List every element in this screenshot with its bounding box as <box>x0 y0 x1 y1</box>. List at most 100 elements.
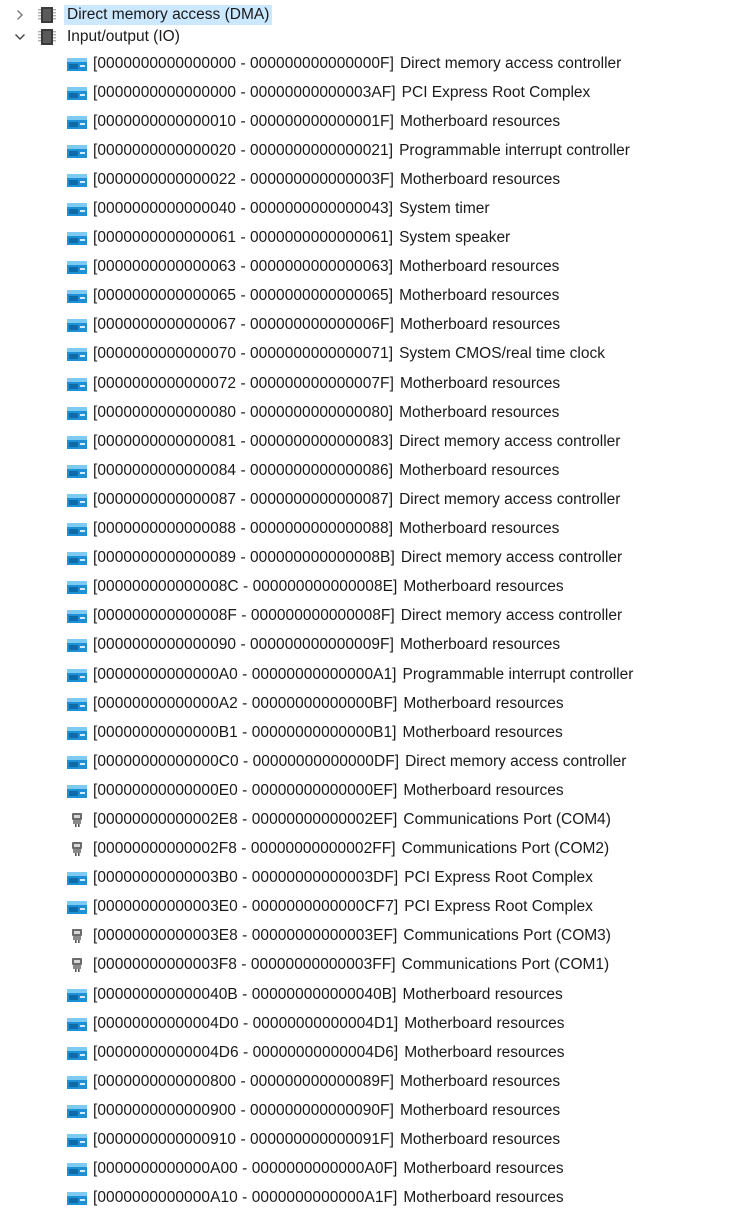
io-range-text: [0000000000000080 - 0000000000000080] <box>93 403 394 421</box>
io-range-text: [0000000000000022 - 000000000000003F] <box>93 170 394 188</box>
chevron-down-icon[interactable] <box>14 30 26 44</box>
io-range-text: [0000000000000084 - 0000000000000086] <box>93 461 394 479</box>
device-name-text: Direct memory access controller <box>399 54 622 72</box>
device-icon <box>66 1045 88 1061</box>
device-name-text: Motherboard resources <box>399 170 561 188</box>
port-icon <box>66 928 88 944</box>
device-icon <box>66 492 88 508</box>
device-icon <box>66 987 88 1003</box>
io-range-text: [00000000000003E8 - 00000000000003EF] <box>93 927 398 945</box>
io-range-text: [00000000000004D0 - 00000000000004D1] <box>93 1014 399 1032</box>
tree-item-io-range[interactable]: [0000000000000910 - 000000000000091F] Mot… <box>0 1125 749 1154</box>
device-icon <box>66 521 88 537</box>
tree-item-io-range[interactable]: [00000000000000A2 - 00000000000000BF] Mot… <box>0 689 749 718</box>
tree-item-io-range[interactable]: [0000000000000090 - 000000000000009F] Mot… <box>0 631 749 660</box>
io-range-text: [00000000000003E0 - 0000000000000CF7] <box>93 898 399 916</box>
device-icon <box>66 114 88 130</box>
tree-item-io-range[interactable]: [0000000000000020 - 0000000000000021] Pro… <box>0 136 749 165</box>
tree-item-io-range[interactable]: [0000000000000088 - 0000000000000088] Mot… <box>0 515 749 544</box>
tree-item-io-range[interactable]: [0000000000000087 - 0000000000000087] Dir… <box>0 485 749 514</box>
port-icon <box>66 812 88 828</box>
device-name-text: Motherboard resources <box>399 112 561 130</box>
device-name-text: Motherboard resources <box>399 316 561 334</box>
port-icon <box>66 957 88 973</box>
device-name-text: Motherboard resources <box>404 1043 565 1061</box>
tree-item-io-range[interactable]: [0000000000000065 - 0000000000000065] Mot… <box>0 282 749 311</box>
tree-item-io-range[interactable]: [0000000000000010 - 000000000000001F] Mot… <box>0 107 749 136</box>
device-icon <box>66 201 88 217</box>
tree-item-io-range[interactable]: [0000000000000900 - 000000000000090F] Mot… <box>0 1096 749 1125</box>
tree-item-io-range[interactable]: [00000000000003B0 - 00000000000003DF] PCI… <box>0 864 749 893</box>
device-name-text: Motherboard resources <box>399 461 560 479</box>
tree-item-io-range[interactable]: [00000000000000E0 - 00000000000000EF] Mot… <box>0 776 749 805</box>
tree-item-io-range[interactable]: [0000000000000022 - 000000000000003F] Mot… <box>0 165 749 194</box>
device-name-text: PCI Express Root Complex <box>401 83 591 101</box>
tree-item-io-range[interactable]: [00000000000002E8 - 00000000000002EF] Com… <box>0 805 749 834</box>
device-name-text: Communications Port (COM3) <box>403 927 611 945</box>
io-range-text: [00000000000004D6 - 00000000000004D6] <box>93 1043 399 1061</box>
tree-item-io-range[interactable]: [000000000000008F - 000000000000008F] Dir… <box>0 602 749 631</box>
io-range-text: [0000000000000087 - 0000000000000087] <box>93 490 394 508</box>
device-name-text: Motherboard resources <box>399 374 561 392</box>
tree-item-io-range[interactable]: [000000000000040B - 000000000000040B] Mot… <box>0 980 749 1009</box>
tree-item-io-range[interactable]: [00000000000004D6 - 00000000000004D6] Mot… <box>0 1038 749 1067</box>
device-name-text: Communications Port (COM4) <box>403 810 611 828</box>
tree-item-io-range[interactable]: [00000000000000B1 - 00000000000000B1] Mot… <box>0 718 749 747</box>
device-name-text: System timer <box>399 200 490 218</box>
device-icon <box>66 637 88 653</box>
device-icon <box>66 1103 88 1119</box>
tree-item-io-range[interactable]: [0000000000000081 - 0000000000000083] Dir… <box>0 427 749 456</box>
tree-node-io[interactable]: Input/output (IO) <box>0 25 749 49</box>
device-name-text: Motherboard resources <box>403 578 564 596</box>
device-name-text: Motherboard resources <box>404 1014 565 1032</box>
io-range-text: [00000000000000A2 - 00000000000000BF] <box>93 694 398 712</box>
tree-node-dma[interactable]: Direct memory access (DMA) <box>0 4 749 25</box>
device-name-text: Motherboard resources <box>399 287 560 305</box>
device-icon <box>66 1132 88 1148</box>
tree-item-io-range[interactable]: [0000000000000800 - 000000000000089F] Mot… <box>0 1067 749 1096</box>
tree-node-label[interactable]: Input/output (IO) <box>64 27 183 47</box>
tree-item-io-range[interactable]: [0000000000000084 - 0000000000000086] Mot… <box>0 456 749 485</box>
tree-item-io-range[interactable]: [000000000000008C - 000000000000008E] Mot… <box>0 573 749 602</box>
device-name-text: Motherboard resources <box>403 781 564 799</box>
device-name-text: Communications Port (COM1) <box>401 956 610 974</box>
device-icon <box>66 56 88 72</box>
tree-item-io-range[interactable]: [00000000000004D0 - 00000000000004D1] Mot… <box>0 1009 749 1038</box>
device-icon <box>66 346 88 362</box>
io-range-text: [0000000000000061 - 0000000000000061] <box>93 229 394 247</box>
device-icon <box>66 1190 88 1206</box>
tree-item-io-range[interactable]: [00000000000002F8 - 00000000000002FF] Com… <box>0 835 749 864</box>
tree-item-io-range[interactable]: [0000000000000040 - 0000000000000043] Sys… <box>0 194 749 223</box>
tree-item-io-range[interactable]: [0000000000000072 - 000000000000007F] Mot… <box>0 369 749 398</box>
tree-item-io-range[interactable]: [0000000000000063 - 0000000000000063] Mot… <box>0 253 749 282</box>
chevron-right-icon[interactable] <box>14 8 26 22</box>
device-icon <box>66 463 88 479</box>
tree-item-io-range[interactable]: [0000000000000000 - 000000000000000F] Dir… <box>0 49 749 78</box>
io-range-text: [000000000000040B - 000000000000040B] <box>93 985 397 1003</box>
io-range-text: [000000000000008C - 000000000000008E] <box>93 578 398 596</box>
tree-item-io-range[interactable]: [00000000000000A0 - 00000000000000A1] Pro… <box>0 660 749 689</box>
tree-node-label[interactable]: Direct memory access (DMA) <box>64 4 273 25</box>
io-children-list: [0000000000000000 - 000000000000000F] Dir… <box>0 49 749 1213</box>
tree-item-io-range[interactable]: [00000000000003E0 - 0000000000000CF7] PCI… <box>0 893 749 922</box>
tree-item-io-range[interactable]: [0000000000000A00 - 0000000000000A0F] Mot… <box>0 1155 749 1184</box>
device-name-text: Programmable interrupt controller <box>402 665 634 683</box>
tree-item-io-range[interactable]: [0000000000000070 - 0000000000000071] Sys… <box>0 340 749 369</box>
tree-item-io-range[interactable]: [0000000000000067 - 000000000000006F] Mot… <box>0 311 749 340</box>
device-icon <box>66 1016 88 1032</box>
io-range-text: [00000000000000B1 - 00000000000000B1] <box>93 723 397 741</box>
io-range-text: [00000000000000C0 - 00000000000000DF] <box>93 752 400 770</box>
io-range-text: [0000000000000910 - 000000000000091F] <box>93 1131 394 1149</box>
tree-item-io-range[interactable]: [00000000000003E8 - 00000000000003EF] Com… <box>0 922 749 951</box>
tree-item-io-range[interactable]: [00000000000003F8 - 00000000000003FF] Com… <box>0 951 749 980</box>
tree-item-io-range[interactable]: [0000000000000061 - 0000000000000061] Sys… <box>0 224 749 253</box>
device-name-text: Motherboard resources <box>399 520 560 538</box>
tree-item-io-range[interactable]: [0000000000000089 - 000000000000008B] Dir… <box>0 544 749 573</box>
tree-item-io-range[interactable]: [00000000000000C0 - 00000000000000DF] Dir… <box>0 747 749 776</box>
tree-item-io-range[interactable]: [0000000000000A10 - 0000000000000A1F] Mot… <box>0 1184 749 1213</box>
tree-item-io-range[interactable]: [0000000000000080 - 0000000000000080] Mot… <box>0 398 749 427</box>
io-range-text: [0000000000000A10 - 0000000000000A1F] <box>93 1189 398 1207</box>
device-icon <box>66 870 88 886</box>
tree-item-io-range[interactable]: [0000000000000000 - 00000000000003AF] PCI… <box>0 78 749 107</box>
device-name-text: Motherboard resources <box>399 1131 561 1149</box>
